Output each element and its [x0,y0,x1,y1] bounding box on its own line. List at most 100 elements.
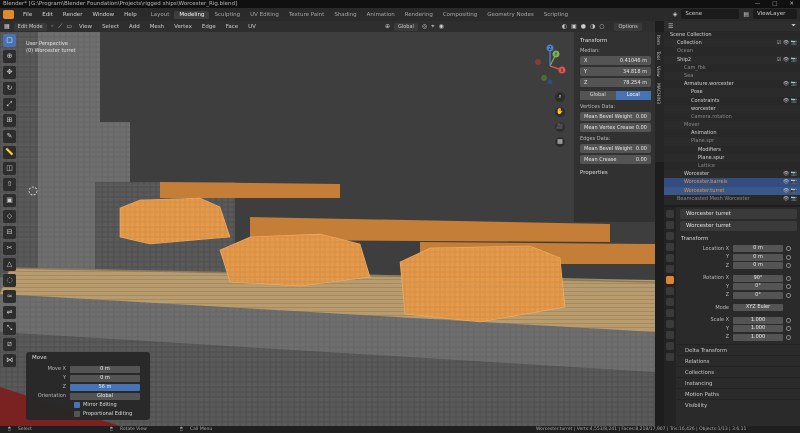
tab-texture-paint[interactable]: Texture Paint [284,11,330,19]
keyframe-dot-icon[interactable] [786,317,791,323]
move-y-field[interactable]: 0 m [70,374,140,382]
tab-sculpting[interactable]: Sculpting [209,11,245,19]
shading-rendered-icon[interactable]: ○ [599,23,604,30]
texture-props-icon[interactable] [666,353,674,361]
visibility-section[interactable]: Visibility [677,399,800,410]
tab-layout[interactable]: Layout [146,11,175,19]
menu-uv[interactable]: UV [245,24,259,30]
tab-uv-editing[interactable]: UV Editing [245,11,284,19]
spin-icon[interactable]: ◌ [3,274,16,287]
outliner-item[interactable]: Lattice [664,162,800,170]
blender-logo-icon[interactable] [3,10,14,19]
outliner-item[interactable]: Ocean [664,47,800,55]
transform-icon[interactable]: ⊞ [3,114,16,127]
scale-x-field[interactable]: 1.000 [733,316,783,324]
modifier-props-icon[interactable] [666,287,674,295]
constraints-props-icon[interactable] [666,320,674,328]
menu-select[interactable]: Select [99,24,122,30]
visibility-toggle-icons[interactable]: 👁 📷 [783,187,797,195]
transform-header[interactable]: Transform [574,32,655,44]
output-props-icon[interactable] [666,232,674,240]
outliner-item[interactable]: Constraints 👁 📷 [664,97,800,105]
tab-tool[interactable]: Tool [655,48,660,63]
delta-transform-section[interactable]: Delta Transform [677,344,800,355]
global-button[interactable]: Global [580,91,616,100]
rotation-z-field[interactable]: 0° [733,291,783,299]
annotate-icon[interactable]: ✎ [3,130,16,143]
scale-y-field[interactable]: 1.000 [733,325,783,332]
instancing-section[interactable]: Instancing [677,377,800,388]
move-z-field[interactable]: 56 m [70,383,140,391]
location-y-field[interactable]: 0 m [733,253,783,261]
tab-shading[interactable]: Shading [329,11,361,19]
scale-z-field[interactable]: 1.000 [733,333,783,341]
keyframe-dot-icon[interactable] [786,246,791,251]
minimize-button[interactable]: — [755,0,761,8]
measure-icon[interactable]: 📏 [3,146,16,159]
outliner-item[interactable]: Mover [664,121,800,130]
mirror-editing-checkbox[interactable]: Mirror Editing [74,401,150,409]
move-x-field[interactable]: 0 m [70,365,140,373]
select-vertex-icon[interactable]: ◦ [51,23,55,30]
options-button[interactable]: Options [614,22,642,31]
orientation-select[interactable]: Global [70,392,140,400]
visibility-toggle-icons[interactable]: ☑ 👁 📷 [777,39,797,47]
keyframe-dot-icon[interactable] [786,292,791,298]
menu-edit[interactable]: Edit [37,12,58,18]
shear-icon[interactable]: ⧄ [3,338,16,351]
properties-header[interactable]: Properties [574,164,655,176]
rotation-x-field[interactable]: 90° [733,274,783,282]
maximize-button[interactable]: □ [772,0,777,8]
camera-icon[interactable]: 🎥 [555,122,565,132]
visibility-toggle-icons[interactable]: 👁 📷 [783,178,797,186]
outliner-item[interactable]: Worcester 👁 📷 [664,170,800,179]
median-x-field[interactable]: X 0.41046 m [580,56,651,65]
3d-viewport[interactable]: ▢ ⊕ ✥ ↻ ⤢ ⊞ ✎ 📏 ◫ ⇧ ▣ ◇ ⊟ ✂ △ ◌ ≈ ⇌ ⤡ ⧄ … [0,32,655,426]
xray-icon[interactable]: ▣ [571,23,577,30]
keyframe-dot-icon[interactable] [786,326,791,331]
pivot-icon[interactable]: ◎ [422,23,427,30]
rotation-y-field[interactable]: 0° [733,283,783,290]
keyframe-dot-icon[interactable] [786,284,791,289]
outliner-item[interactable]: Modifiers [664,146,800,154]
select-edge-icon[interactable]: ⟋ [58,23,62,31]
transform-section[interactable]: Transform [677,233,800,244]
tab-scripting[interactable]: Scripting [539,11,573,19]
menu-face[interactable]: Face [223,24,241,30]
cursor-icon[interactable]: ⊕ [3,50,16,63]
mode-select[interactable]: Edit Mode [13,22,47,31]
close-button[interactable]: ✕ [789,0,794,8]
tab-animation[interactable]: Animation [362,11,400,19]
shading-solid-icon[interactable]: ● [581,23,586,30]
keyframe-dot-icon[interactable] [786,263,791,268]
median-z-field[interactable]: Z 78.254 m [580,78,651,87]
menu-render[interactable]: Render [58,12,88,18]
zoom-icon[interactable]: ⌕ [555,92,565,102]
relations-section[interactable]: Relations [677,355,800,366]
menu-help[interactable]: Help [119,12,142,18]
proportional-icon[interactable]: ◉ [439,23,444,30]
outliner-item[interactable]: Worcester.turret 👁 📷 [664,186,800,195]
visibility-toggle-icons[interactable]: 👁 📷 [783,80,797,88]
scene-icon[interactable]: ◈ [673,11,678,18]
scale-icon[interactable]: ⤢ [3,98,16,111]
smooth-icon[interactable]: ≈ [3,290,16,303]
menu-view[interactable]: View [76,24,95,30]
shrink-icon[interactable]: ⤡ [3,322,16,335]
tab-modeling[interactable]: Modeling [174,10,210,19]
rip-icon[interactable]: ⋈ [3,354,16,367]
view-layer-field[interactable]: ViewLayer [753,9,797,19]
local-button[interactable]: Local [615,91,651,100]
edge-crease-field[interactable]: Mean Crease 0.00 [580,155,651,164]
visibility-toggle-icons[interactable]: 👁 📷 [783,97,797,105]
move-icon[interactable]: ✥ [3,66,16,79]
rotation-mode-select[interactable]: XYZ Euler [733,304,783,311]
edge-slide-icon[interactable]: ⇌ [3,306,16,319]
render-props-icon[interactable] [666,221,674,229]
proportional-editing-checkbox[interactable]: Proportional Editing [74,410,150,418]
global-local-toggle[interactable]: Global Local [580,91,651,100]
visibility-toggle-icons[interactable]: ☑ 👁 📷 [777,56,797,64]
particles-props-icon[interactable] [666,298,674,306]
visibility-toggle-icons[interactable]: 👁 📷 [783,195,797,203]
motion-paths-section[interactable]: Motion Paths [677,388,800,399]
